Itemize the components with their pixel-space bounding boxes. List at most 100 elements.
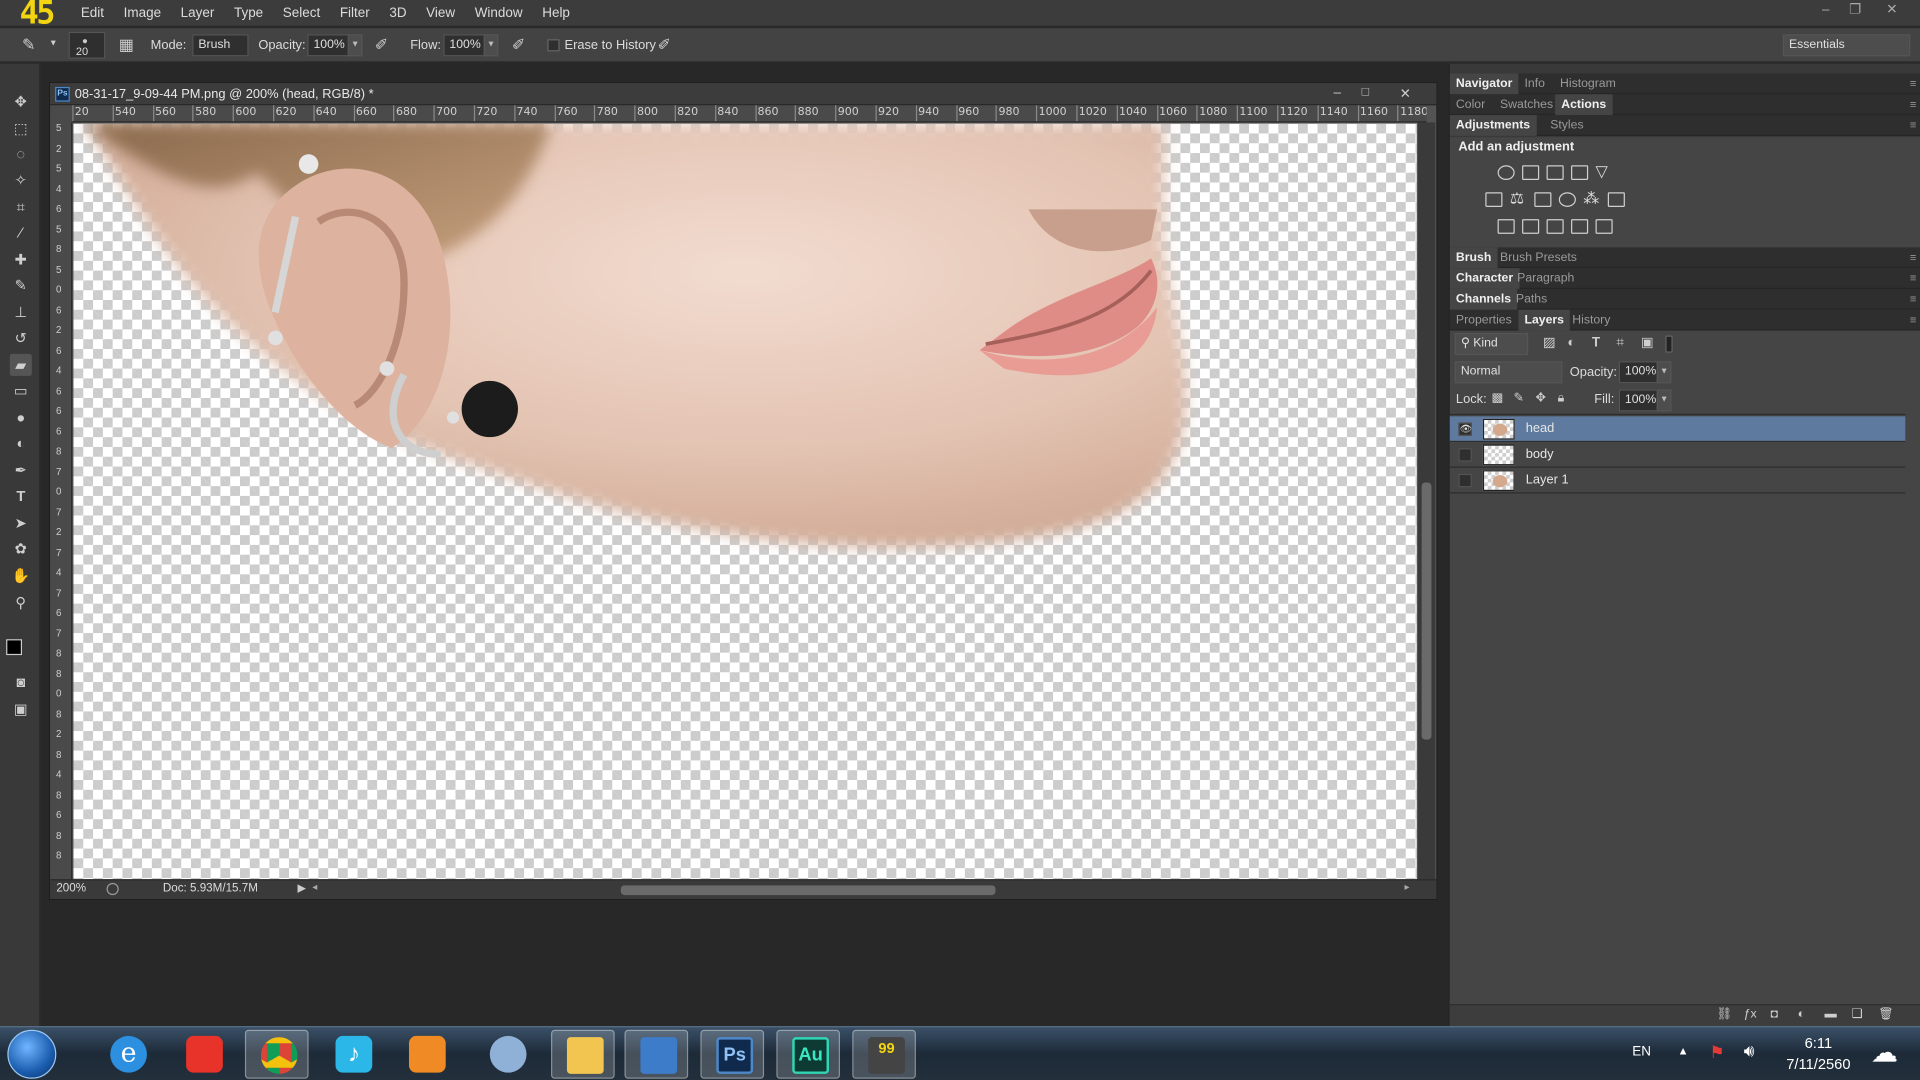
black-white-icon[interactable]	[1534, 192, 1552, 207]
invert-icon[interactable]	[1497, 219, 1515, 234]
minimize-icon[interactable]: –	[1812, 0, 1839, 20]
new-layer-icon[interactable]: ❏	[1851, 1008, 1862, 1021]
taskbar-music[interactable]: ♪	[321, 1030, 385, 1079]
zoom-level[interactable]: 200%	[56, 882, 86, 895]
quick-select-tool-icon[interactable]: ✧	[10, 169, 32, 191]
tab-layers[interactable]: Layers	[1518, 309, 1571, 331]
lock-all-icon[interactable]: 🔒︎	[1558, 392, 1565, 405]
horizontal-scroll-thumb[interactable]	[620, 885, 996, 896]
fill-input[interactable]: 100%	[1618, 389, 1658, 412]
stamp-tool-icon[interactable]: ⊥	[10, 301, 32, 323]
doc-minimize-icon[interactable]: –	[1333, 86, 1341, 101]
menu-window[interactable]: Window	[465, 0, 533, 27]
trash-icon[interactable]: 🗑︎	[1878, 1008, 1894, 1021]
layer-opacity-input[interactable]: 100%	[1618, 361, 1658, 384]
panel-menu-icon[interactable]: ≡	[1910, 313, 1916, 325]
path-select-tool-icon[interactable]: ➤	[10, 512, 32, 534]
marquee-tool-icon[interactable]: ⬚	[10, 118, 32, 140]
pressure-size-icon[interactable]: ✐	[658, 37, 671, 53]
color-lookup-icon[interactable]	[1607, 192, 1625, 207]
panel-menu-icon[interactable]: ≡	[1910, 293, 1916, 305]
blur-tool-icon[interactable]: ●	[10, 407, 32, 429]
move-tool-icon[interactable]: ✥	[10, 91, 32, 113]
tab-actions[interactable]: Actions	[1555, 94, 1613, 116]
taskbar-explorer[interactable]	[551, 1029, 615, 1079]
layer-filter-kind[interactable]: ⚲ Kind	[1454, 333, 1529, 356]
panel-menu-icon[interactable]: ≡	[1910, 251, 1916, 263]
curves-icon[interactable]	[1546, 165, 1564, 181]
system-clock[interactable]: 6:11 7/11/2560	[1776, 1033, 1862, 1075]
layer-row-head[interactable]: 👁︎ head	[1449, 416, 1906, 443]
erase-history-checkbox[interactable]	[547, 39, 560, 52]
taskbar-ie[interactable]: e	[96, 1030, 160, 1079]
quick-mask-icon[interactable]: ◙	[10, 671, 32, 693]
ruler-corner[interactable]	[50, 105, 73, 123]
tab-brush-presets[interactable]: Brush Presets	[1494, 247, 1583, 268]
horizontal-ruler[interactable]: 20 540 560 580 600 620 640 660 680 700 720 740 760 78…	[72, 105, 1427, 123]
start-orb-icon[interactable]	[7, 1029, 57, 1079]
levels-icon[interactable]	[1522, 165, 1540, 181]
status-info-icon[interactable]	[106, 882, 119, 896]
menu-filter[interactable]: Filter	[330, 0, 380, 27]
flow-dropdown[interactable]: ▼	[483, 34, 499, 57]
mode-select[interactable]: Brush	[192, 34, 249, 57]
eraser-tool-icon[interactable]: ✎	[22, 37, 35, 53]
blend-mode-select[interactable]: Normal	[1454, 361, 1563, 384]
tab-adjustments[interactable]: Adjustments	[1449, 115, 1537, 136]
tab-navigator[interactable]: Navigator	[1449, 73, 1519, 95]
eyedropper-tool-icon[interactable]: ⁄	[10, 222, 32, 244]
menu-type[interactable]: Type	[224, 0, 273, 27]
menu-image[interactable]: Image	[114, 0, 171, 27]
lock-pixels-icon[interactable]: ✎	[1513, 392, 1523, 405]
layer-row-body[interactable]: body	[1449, 442, 1906, 468]
document-title-bar[interactable]: Ps 08-31-17_9-09-44 PM.png @ 200% (head,…	[50, 83, 1437, 106]
healing-brush-tool-icon[interactable]: ✚	[10, 249, 32, 271]
taskbar-photoshop[interactable]: Ps	[700, 1029, 765, 1079]
brush-tool-icon[interactable]: ✎	[10, 274, 32, 296]
fx-icon[interactable]: ƒx	[1744, 1008, 1757, 1021]
lasso-tool-icon[interactable]: ◌	[10, 143, 32, 165]
restore-icon[interactable]: ❐	[1842, 0, 1869, 20]
visibility-toggle[interactable]	[1458, 473, 1472, 488]
layer-row-layer-1[interactable]: Layer 1	[1449, 468, 1906, 494]
pixel-filter-icon[interactable]: ▨	[1543, 336, 1556, 350]
fill-dropdown[interactable]: ▼	[1656, 389, 1672, 412]
new-group-icon[interactable]: ▬	[1825, 1008, 1837, 1021]
vertical-scroll-thumb[interactable]	[1421, 482, 1432, 740]
type-filter-icon[interactable]: T	[1592, 336, 1600, 350]
visibility-toggle[interactable]	[1458, 448, 1472, 462]
shape-tool-icon[interactable]: ✿	[10, 538, 32, 560]
pen-tool-icon[interactable]: ✒	[10, 459, 32, 481]
posterize-icon[interactable]	[1522, 219, 1540, 234]
chevron-down-icon[interactable]: ▼	[49, 39, 57, 48]
history-brush-tool-icon[interactable]: ↺	[10, 327, 32, 349]
opacity-input[interactable]: 100%	[307, 34, 349, 57]
opacity-dropdown[interactable]: ▼	[347, 34, 363, 57]
tray-arrow-icon[interactable]: ▲	[1678, 1044, 1689, 1056]
brush-preset-picker[interactable]: ● 20	[68, 31, 106, 59]
zoom-tool-icon[interactable]: ⚲	[10, 591, 32, 613]
panel-menu-icon[interactable]: ≡	[1910, 77, 1916, 89]
tab-styles[interactable]: Styles	[1544, 115, 1590, 136]
flow-input[interactable]: 100%	[443, 34, 485, 57]
brightness-icon[interactable]	[1497, 165, 1515, 181]
shape-filter-icon[interactable]: ⌗	[1616, 336, 1624, 350]
photo-filter-icon[interactable]	[1558, 192, 1576, 207]
selective-color-icon[interactable]	[1571, 219, 1589, 234]
close-icon[interactable]: ✕	[1878, 0, 1905, 20]
doc-close-icon[interactable]: ✕	[1400, 86, 1411, 102]
tab-character[interactable]: Character	[1449, 268, 1520, 289]
volume-icon[interactable]: 🔊︎	[1744, 1041, 1755, 1062]
scroll-right-icon[interactable]: ▸	[1405, 882, 1410, 893]
weather-icon[interactable]: ☁	[1871, 1037, 1898, 1069]
taskbar-benchmark[interactable]: 99	[852, 1029, 916, 1079]
tab-channels[interactable]: Channels	[1449, 288, 1518, 310]
hue-saturation-icon[interactable]	[1485, 192, 1503, 207]
tab-history[interactable]: History	[1566, 310, 1616, 331]
status-menu-arrow-icon[interactable]: ▶	[298, 882, 306, 895]
panel-menu-icon[interactable]: ≡	[1910, 98, 1916, 110]
panel-menu-icon[interactable]: ≡	[1910, 272, 1916, 284]
doc-maximize-icon[interactable]: □	[1362, 86, 1369, 99]
lock-transparency-icon[interactable]: ▩	[1491, 392, 1503, 405]
filter-toggle[interactable]	[1665, 335, 1673, 353]
